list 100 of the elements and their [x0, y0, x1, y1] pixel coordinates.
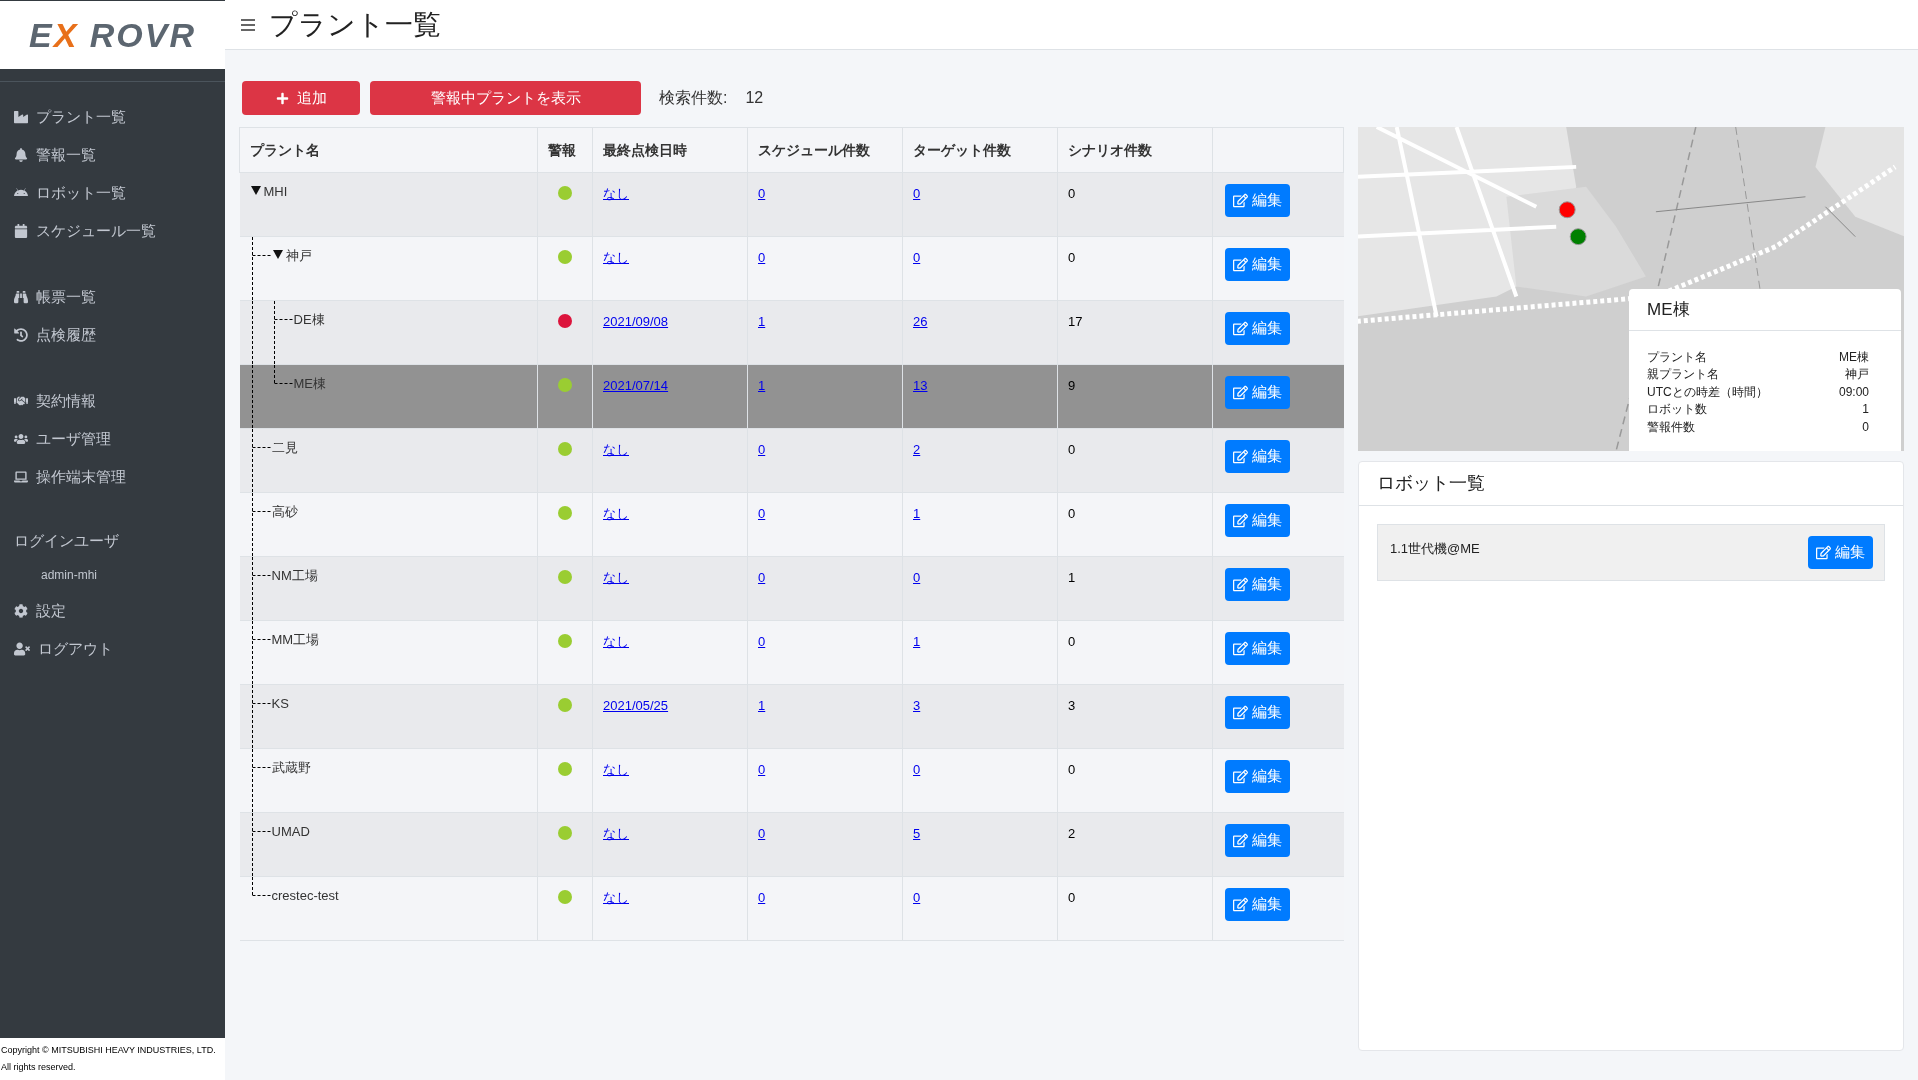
info-label: プラント名: [1647, 348, 1707, 366]
plant-row[interactable]: 神戸 なし 0 0 0 編集: [239, 236, 1344, 301]
bell-icon: [14, 148, 28, 162]
column-header: 最終点検日時: [592, 127, 748, 173]
plant-row[interactable]: ME棟 2021/07/14 1 13 9 編集: [239, 364, 1344, 429]
inspection-date-link[interactable]: なし: [603, 890, 629, 905]
plant-row[interactable]: crestec-test なし 0 0 0 編集: [239, 876, 1344, 941]
edit-button[interactable]: 編集: [1225, 888, 1290, 921]
info-value: 1: [1862, 401, 1869, 419]
edit-button[interactable]: 編集: [1808, 536, 1873, 569]
plant-row[interactable]: NM工場 なし 0 0 1 編集: [239, 556, 1344, 621]
plant-row[interactable]: 高砂 なし 0 1 0 編集: [239, 492, 1344, 557]
nav-item[interactable]: ユーザ管理: [0, 420, 225, 458]
edit-icon: [1233, 897, 1248, 912]
plant-row[interactable]: 二見 なし 0 2 0 編集: [239, 428, 1344, 493]
nav-item[interactable]: ロボット一覧: [0, 174, 225, 212]
plant-row[interactable]: KS 2021/05/25 1 3 3 編集: [239, 684, 1344, 749]
inspection-date-link[interactable]: なし: [603, 762, 629, 777]
schedule-count-link[interactable]: 0: [758, 890, 766, 905]
tree-line: [251, 621, 272, 684]
copyright-text: All rights reserved.: [1, 1061, 77, 1074]
users-icon: [14, 432, 28, 446]
result-count: 12: [745, 88, 764, 108]
info-label: ロボット数: [1647, 401, 1707, 419]
plant-row[interactable]: MHI なし 0 0 0 編集: [239, 172, 1344, 237]
expand-icon[interactable]: [271, 248, 284, 260]
schedule-count-link[interactable]: 0: [758, 826, 766, 841]
edit-icon: [1233, 257, 1248, 272]
edit-button[interactable]: 編集: [1225, 504, 1290, 537]
target-count-link[interactable]: 26: [913, 314, 928, 329]
tree-line: [251, 493, 272, 556]
info-value: 09:00: [1838, 383, 1869, 401]
inspection-date-link[interactable]: なし: [603, 250, 629, 265]
info-value: 0: [1862, 418, 1869, 436]
schedule-count-link[interactable]: 0: [758, 570, 766, 585]
expand-icon[interactable]: [249, 184, 262, 196]
plant-name: MM工場: [271, 631, 320, 649]
edit-icon: [1233, 577, 1248, 592]
nav-item[interactable]: 操作端末管理: [0, 458, 225, 496]
plant-row[interactable]: UMAD なし 0 5 2 編集: [239, 812, 1344, 877]
robot-item[interactable]: 1.1世代機@ME 編集: [1377, 524, 1885, 581]
nav-item[interactable]: 帳票一覧: [0, 278, 225, 316]
schedule-count-link[interactable]: 1: [758, 698, 766, 713]
plant-row[interactable]: MM工場 なし 0 1 0 編集: [239, 620, 1344, 685]
logout-link[interactable]: ログアウト: [0, 630, 225, 668]
target-count-link[interactable]: 5: [913, 826, 921, 841]
inspection-date-link[interactable]: なし: [603, 442, 629, 457]
target-count-link[interactable]: 1: [913, 634, 921, 649]
nav-item[interactable]: 警報一覧: [0, 136, 225, 174]
scenario-count: 0: [1068, 442, 1076, 457]
nav-item[interactable]: プラント一覧: [0, 98, 225, 136]
inspection-date-link[interactable]: なし: [603, 634, 629, 649]
schedule-count-link[interactable]: 0: [758, 186, 766, 201]
inspection-date-link[interactable]: なし: [603, 826, 629, 841]
tree-line: [251, 685, 272, 748]
schedule-count-link[interactable]: 0: [758, 634, 766, 649]
plant-row[interactable]: DE棟 2021/09/08 1 26 17 編集: [239, 300, 1344, 365]
inspection-date-link[interactable]: 2021/05/25: [603, 698, 669, 713]
nav-item[interactable]: スケジュール一覧: [0, 212, 225, 250]
edit-button[interactable]: 編集: [1225, 248, 1290, 281]
schedule-count-link[interactable]: 0: [758, 250, 766, 265]
edit-button[interactable]: 編集: [1225, 632, 1290, 665]
alarm-filter-button[interactable]: 警報中プラントを表示: [370, 81, 641, 115]
edit-icon: [1233, 321, 1248, 336]
edit-icon: [1233, 385, 1248, 400]
edit-button[interactable]: 編集: [1225, 824, 1290, 857]
inspection-date-link[interactable]: なし: [603, 186, 629, 201]
history-icon: [14, 328, 28, 342]
inspection-date-link[interactable]: なし: [603, 506, 629, 521]
edit-button[interactable]: 編集: [1225, 760, 1290, 793]
nav-item[interactable]: 点検履歴: [0, 316, 225, 354]
inspection-date-link[interactable]: 2021/09/08: [603, 314, 669, 329]
target-count-link[interactable]: 0: [913, 890, 921, 905]
edit-button[interactable]: 編集: [1225, 184, 1290, 217]
edit-button[interactable]: 編集: [1225, 696, 1290, 729]
schedule-count-link[interactable]: 1: [758, 314, 766, 329]
target-count-link[interactable]: 0: [913, 570, 921, 585]
column-header: シナリオ件数: [1057, 127, 1213, 173]
target-count-link[interactable]: 3: [913, 698, 921, 713]
edit-button[interactable]: 編集: [1225, 440, 1290, 473]
edit-button[interactable]: 編集: [1225, 376, 1290, 409]
target-count-link[interactable]: 0: [913, 186, 921, 201]
plant-row[interactable]: 武蔵野 なし 0 0 0 編集: [239, 748, 1344, 813]
map[interactable]: ME棟 プラント名 ME棟 親プラント名 神戸 UTCとの時差（時間） 09:00 ロボット数 1 警報件数 0: [1358, 127, 1904, 451]
menu-icon[interactable]: [241, 18, 255, 31]
edit-button[interactable]: 編集: [1225, 568, 1290, 601]
scenario-count: 0: [1068, 250, 1076, 265]
target-count-link[interactable]: 0: [913, 250, 921, 265]
target-count-link[interactable]: 2: [913, 442, 921, 457]
edit-button[interactable]: 編集: [1225, 312, 1290, 345]
settings-link[interactable]: 設定: [0, 592, 225, 630]
target-count-link[interactable]: 0: [913, 762, 921, 777]
schedule-count-link[interactable]: 0: [758, 506, 766, 521]
inspection-date-link[interactable]: なし: [603, 570, 629, 585]
add-button[interactable]: 追加: [242, 81, 360, 115]
scenario-count: 17: [1068, 314, 1083, 329]
schedule-count-link[interactable]: 0: [758, 762, 766, 777]
target-count-link[interactable]: 1: [913, 506, 921, 521]
schedule-count-link[interactable]: 0: [758, 442, 766, 457]
nav-item[interactable]: 契約情報: [0, 382, 225, 420]
